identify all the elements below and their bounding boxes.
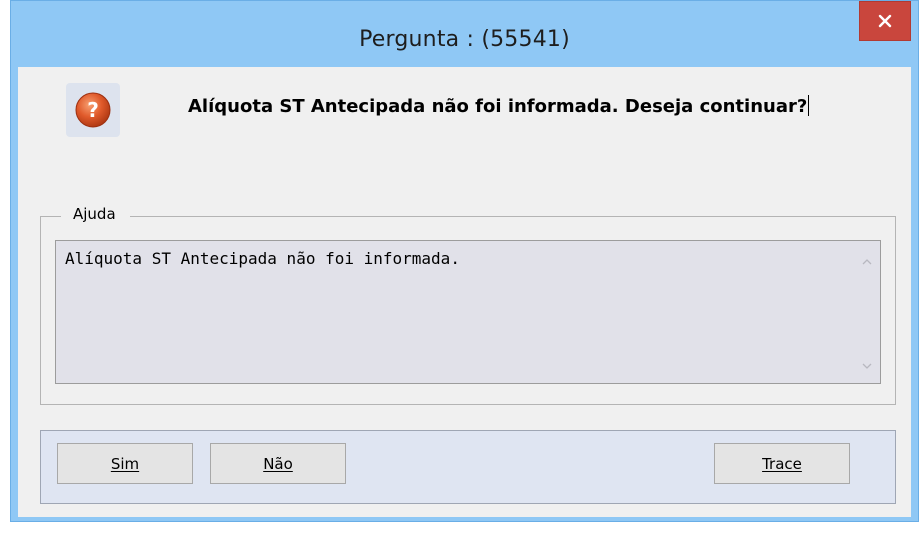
no-button-label: Não bbox=[263, 454, 293, 473]
button-panel: Sim Não Trace bbox=[40, 430, 896, 504]
text-caret bbox=[808, 95, 810, 116]
chevron-down-icon[interactable] bbox=[860, 359, 874, 373]
close-button[interactable] bbox=[859, 1, 911, 41]
title-bar[interactable]: Pergunta : (55541) bbox=[11, 1, 918, 67]
svg-text:?: ? bbox=[87, 98, 99, 122]
no-button[interactable]: Não bbox=[210, 443, 346, 484]
close-icon bbox=[878, 14, 892, 28]
help-legend: Ajuda bbox=[61, 205, 130, 223]
help-textarea[interactable]: Alíquota ST Antecipada não foi informada… bbox=[55, 240, 881, 384]
dialog-window: Pergunta : (55541) ? Alíquota ST Antecip… bbox=[10, 0, 919, 522]
message-label: Alíquota ST Antecipada não foi informada… bbox=[188, 96, 808, 117]
yes-button-label: Sim bbox=[110, 454, 140, 473]
window-title: Pergunta : (55541) bbox=[359, 27, 570, 52]
question-icon: ? bbox=[66, 83, 120, 137]
trace-button[interactable]: Trace bbox=[714, 443, 850, 484]
dialog-body: ? Alíquota ST Antecipada não foi informa… bbox=[18, 67, 911, 517]
trace-button-label: Trace bbox=[762, 454, 802, 473]
help-groupbox: Ajuda Alíquota ST Antecipada não foi inf… bbox=[40, 205, 896, 405]
help-text: Alíquota ST Antecipada não foi informada… bbox=[65, 249, 460, 268]
yes-button[interactable]: Sim bbox=[57, 443, 193, 484]
chevron-up-icon[interactable] bbox=[860, 255, 874, 269]
message-text: Alíquota ST Antecipada não foi informada… bbox=[188, 95, 868, 118]
